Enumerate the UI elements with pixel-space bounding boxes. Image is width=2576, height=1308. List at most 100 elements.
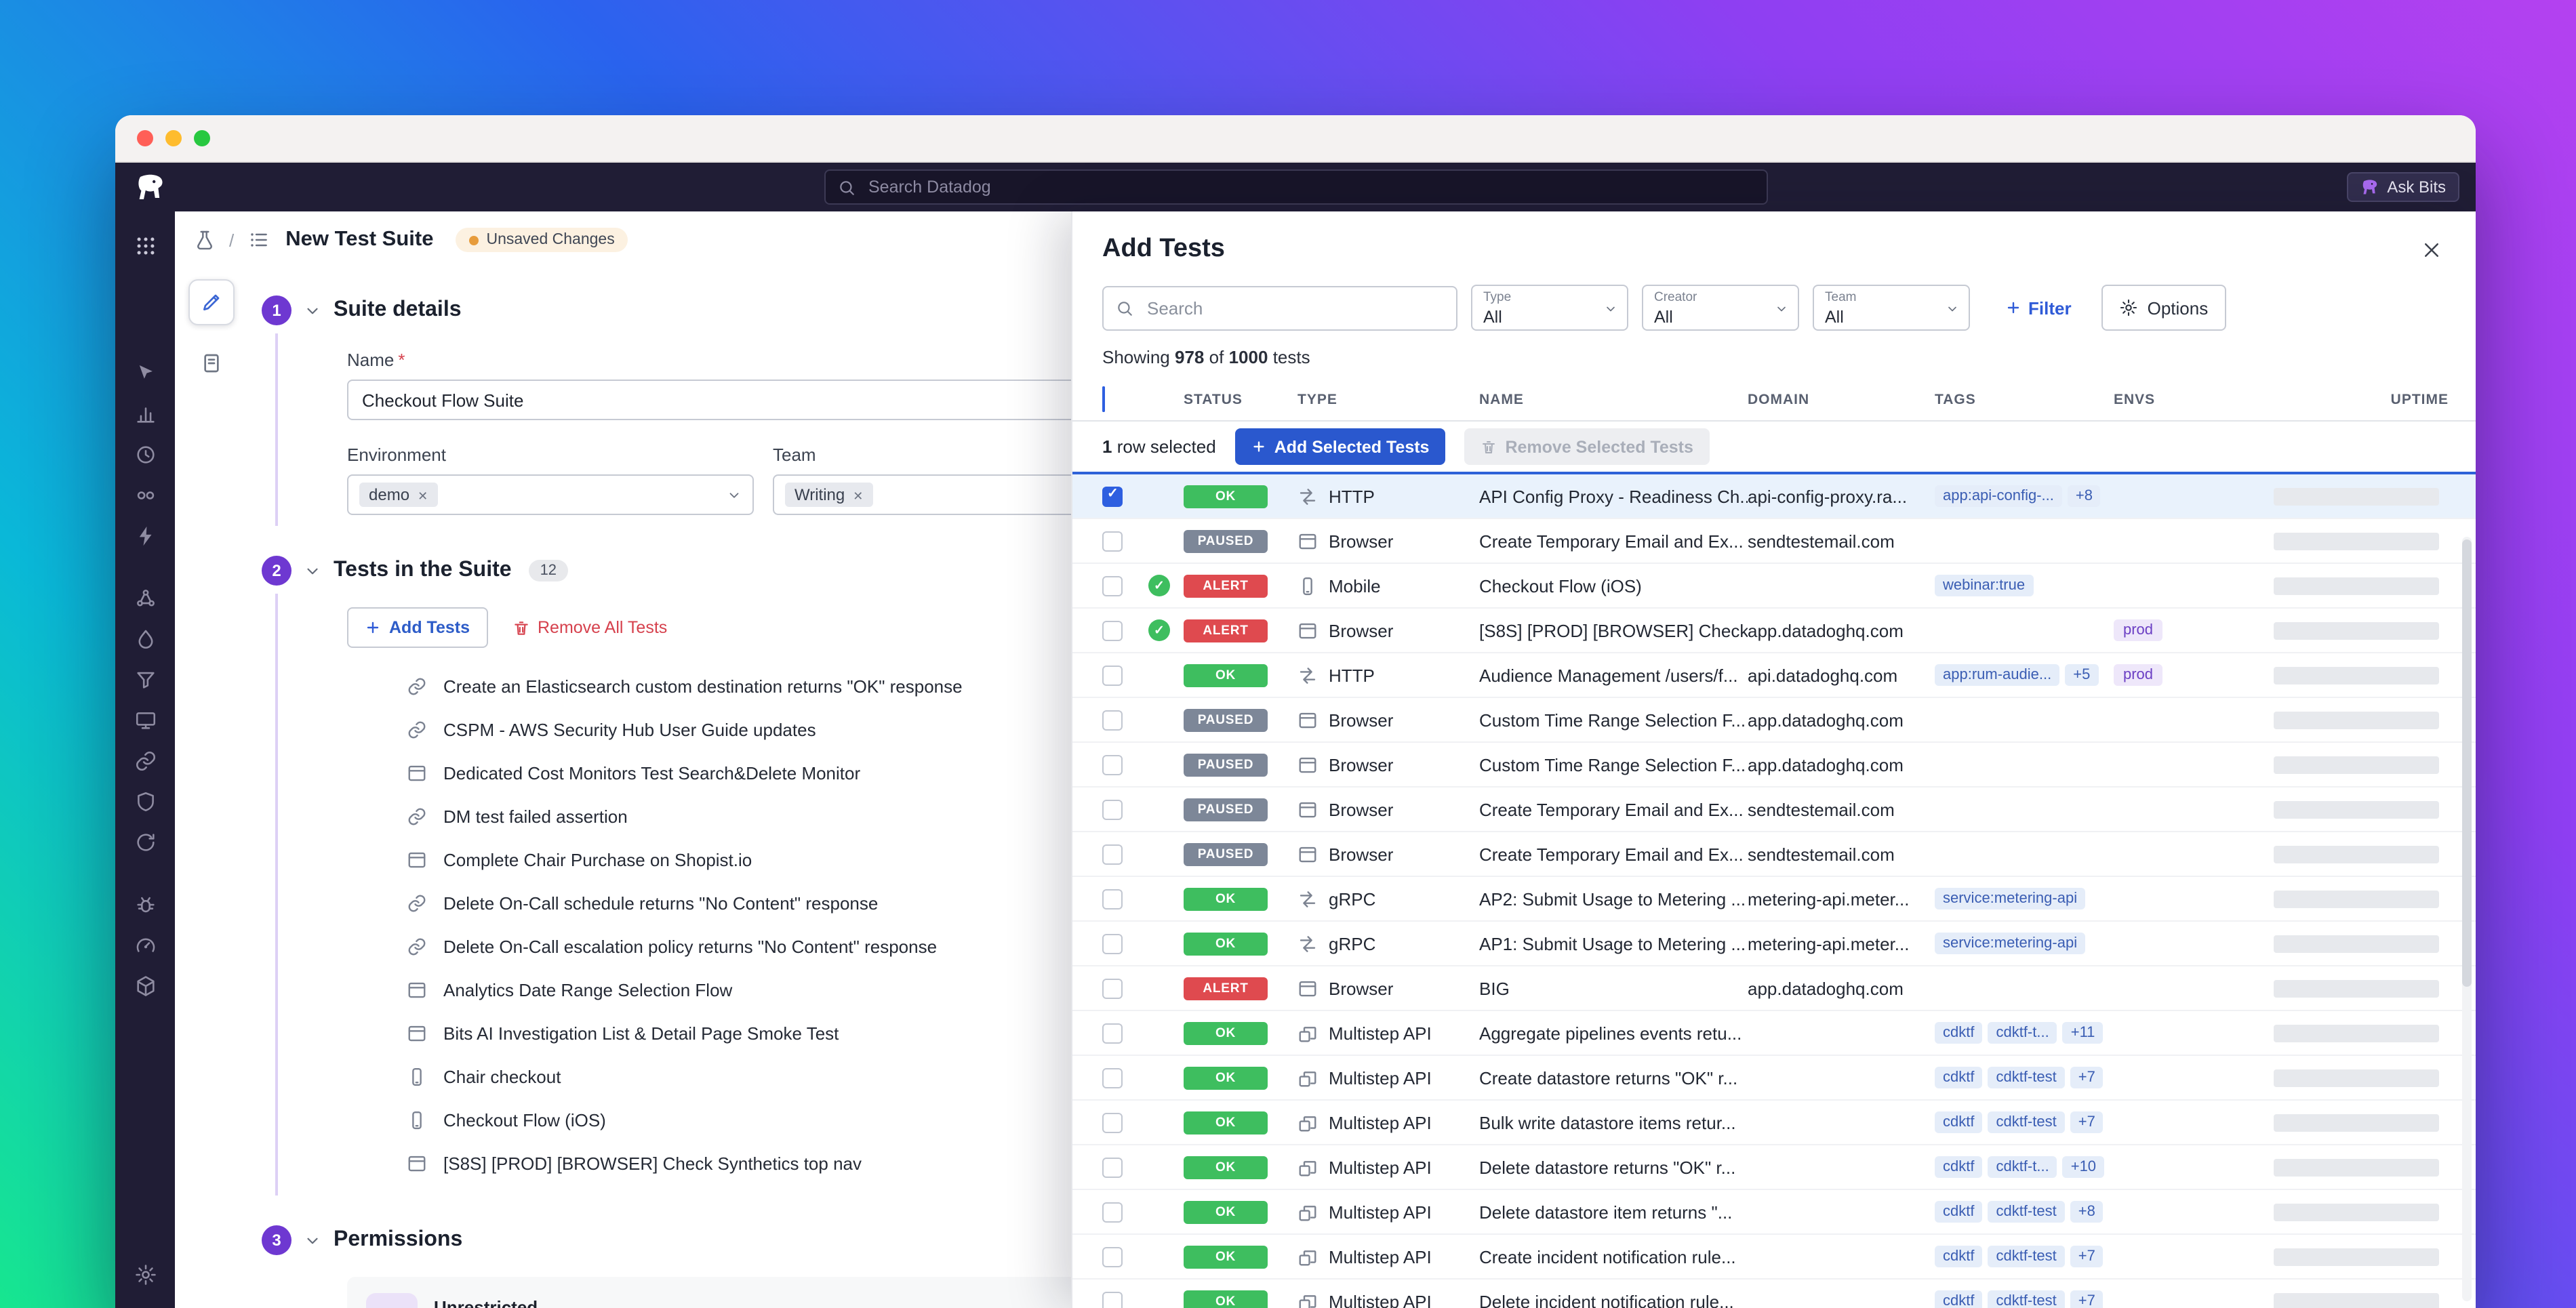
test-row[interactable]: OKMultistep APIDelete datastore returns … (1072, 1145, 2476, 1190)
sidebar-item-link[interactable] (125, 740, 165, 781)
test-row[interactable]: OKMultistep APICreate incident notificat… (1072, 1235, 2476, 1280)
test-name: Delete datastore returns "OK" r... (1479, 1157, 1748, 1177)
sidebar-item-bolt[interactable] (125, 515, 165, 556)
select-all-checkbox[interactable] (1102, 386, 1105, 412)
test-row[interactable]: OKMultistep APIDelete datastore item ret… (1072, 1190, 2476, 1235)
scrollbar-track[interactable] (2462, 537, 2472, 1301)
test-row[interactable]: ✓ALERTMobileCheckout Flow (iOS)webinar:t… (1072, 564, 2476, 609)
test-domain: metering-api.meter... (1748, 888, 1935, 909)
remove-tag-icon[interactable] (418, 485, 428, 504)
test-search[interactable] (1102, 285, 1457, 330)
type-filter-select[interactable]: Type All (1471, 285, 1628, 331)
remove-all-tests-button[interactable]: Remove All Tests (512, 618, 667, 637)
sidebar-item-watchdog[interactable] (125, 434, 165, 474)
sidebar-item-settings[interactable] (125, 1254, 165, 1294)
sidebar-item-apps-grid[interactable] (125, 225, 165, 266)
test-row[interactable]: PAUSEDBrowserCreate Temporary Email and … (1072, 832, 2476, 877)
global-search[interactable] (824, 169, 1767, 205)
row-checkbox[interactable] (1102, 799, 1123, 819)
row-checkbox[interactable] (1102, 1202, 1123, 1222)
row-checkbox[interactable] (1102, 620, 1123, 640)
synthetics-flask-icon[interactable] (194, 229, 216, 251)
sidebar-item-bar-chart[interactable] (125, 393, 165, 434)
test-row[interactable]: PAUSEDBrowserCreate Temporary Email and … (1072, 519, 2476, 564)
link-icon (134, 749, 157, 772)
row-checkbox[interactable] (1102, 1291, 1123, 1308)
row-checkbox[interactable] (1102, 754, 1123, 775)
test-row[interactable]: OKHTTPAudience Management /users/f...api… (1072, 653, 2476, 698)
test-row[interactable]: OKMultistep APICreate datastore returns … (1072, 1056, 2476, 1101)
test-row[interactable]: OKgRPCAP1: Submit Usage to Metering ...m… (1072, 922, 2476, 966)
sidebar-item-pipelines[interactable] (125, 659, 165, 699)
scrollbar-thumb[interactable] (2462, 539, 2472, 987)
test-row[interactable]: PAUSEDBrowserCustom Time Range Selection… (1072, 698, 2476, 743)
global-search-input[interactable] (866, 176, 1754, 198)
column-header-domain[interactable]: DOMAIN (1748, 392, 1935, 408)
row-checkbox[interactable] (1102, 978, 1123, 998)
tab-notes[interactable] (190, 342, 233, 385)
ask-bits-button[interactable]: Ask Bits (2346, 172, 2459, 202)
column-header-type[interactable]: TYPE (1297, 392, 1479, 408)
row-checkbox[interactable] (1102, 531, 1123, 551)
chevron-down-icon[interactable] (304, 302, 321, 319)
sidebar-item-refresh[interactable] (125, 821, 165, 862)
options-button[interactable]: Options (2101, 285, 2226, 331)
sidebar-item-shield[interactable] (125, 781, 165, 821)
test-row[interactable]: PAUSEDBrowserCreate Temporary Email and … (1072, 788, 2476, 832)
test-row[interactable]: OKMultistep APIAggregate pipelines event… (1072, 1011, 2476, 1056)
row-checkbox[interactable] (1102, 1246, 1123, 1267)
test-row[interactable]: ALERTBrowserBIGapp.datadoghq.com (1072, 966, 2476, 1011)
team-filter-select[interactable]: Team All (1813, 285, 1970, 331)
chevron-down-icon[interactable] (304, 1231, 321, 1249)
tab-edit-suite[interactable] (188, 279, 235, 325)
test-row[interactable]: OKgRPCAP2: Submit Usage to Metering ...m… (1072, 877, 2476, 922)
test-search-input[interactable] (1144, 296, 1444, 319)
column-header-uptime[interactable]: UPTIME (2391, 392, 2449, 408)
remove-selected-tests-button[interactable]: Remove Selected Tests (1464, 428, 1709, 465)
status-badge: OK (1184, 1111, 1268, 1135)
add-filter-button[interactable]: Filter (2005, 298, 2072, 318)
sidebar-item-security-drop[interactable] (125, 618, 165, 659)
test-row[interactable]: PAUSEDBrowserCustom Time Range Selection… (1072, 743, 2476, 788)
row-checkbox[interactable] (1102, 1023, 1123, 1043)
sidebar-item-infinity[interactable] (125, 474, 165, 515)
minimize-window-button[interactable] (165, 130, 182, 146)
test-row[interactable]: OKHTTPAPI Config Proxy - Readiness Ch...… (1072, 474, 2476, 519)
sidebar-item-cursor[interactable] (125, 352, 165, 393)
row-checkbox[interactable] (1102, 888, 1123, 909)
add-selected-tests-button[interactable]: Add Selected Tests (1235, 428, 1446, 465)
test-row[interactable]: OKMultistep APIDelete incident notificat… (1072, 1280, 2476, 1308)
row-checkbox[interactable] (1102, 1157, 1123, 1177)
sidebar-item-services[interactable] (125, 577, 165, 618)
row-checkbox[interactable] (1102, 710, 1123, 730)
close-drawer-button[interactable] (2413, 232, 2449, 267)
column-header-envs[interactable]: ENVS (2114, 392, 2274, 408)
test-row[interactable]: ✓ALERTBrowser[S8S] [PROD] [BROWSER] Chec… (1072, 609, 2476, 653)
datadog-logo-icon[interactable] (134, 171, 167, 203)
column-header-status[interactable]: STATUS (1184, 392, 1297, 408)
row-checkbox[interactable] (1102, 665, 1123, 685)
test-type: HTTP (1297, 486, 1479, 506)
sidebar-item-monitor[interactable] (125, 699, 165, 740)
sidebar-item-bug[interactable] (125, 884, 165, 924)
row-checkbox[interactable] (1102, 486, 1123, 506)
environment-select[interactable]: demo (347, 474, 754, 515)
row-checkbox[interactable] (1102, 575, 1123, 596)
test-type: Mobile (1297, 575, 1479, 596)
zoom-window-button[interactable] (194, 130, 210, 146)
column-header-name[interactable]: NAME (1479, 392, 1748, 408)
add-tests-button[interactable]: Add Tests (347, 607, 487, 648)
row-checkbox[interactable] (1102, 1067, 1123, 1088)
close-window-button[interactable] (137, 130, 153, 146)
sidebar-item-package[interactable] (125, 965, 165, 1006)
row-checkbox[interactable] (1102, 933, 1123, 954)
row-checkbox[interactable] (1102, 1112, 1123, 1132)
suite-name-input[interactable] (347, 380, 1076, 420)
column-header-tags[interactable]: TAGS (1935, 392, 2114, 408)
row-checkbox[interactable] (1102, 844, 1123, 864)
test-row[interactable]: OKMultistep APIBulk write datastore item… (1072, 1101, 2476, 1145)
remove-tag-icon[interactable] (853, 485, 863, 504)
creator-filter-select[interactable]: Creator All (1642, 285, 1799, 331)
sidebar-item-gauge[interactable] (125, 924, 165, 965)
chevron-down-icon[interactable] (304, 562, 321, 579)
